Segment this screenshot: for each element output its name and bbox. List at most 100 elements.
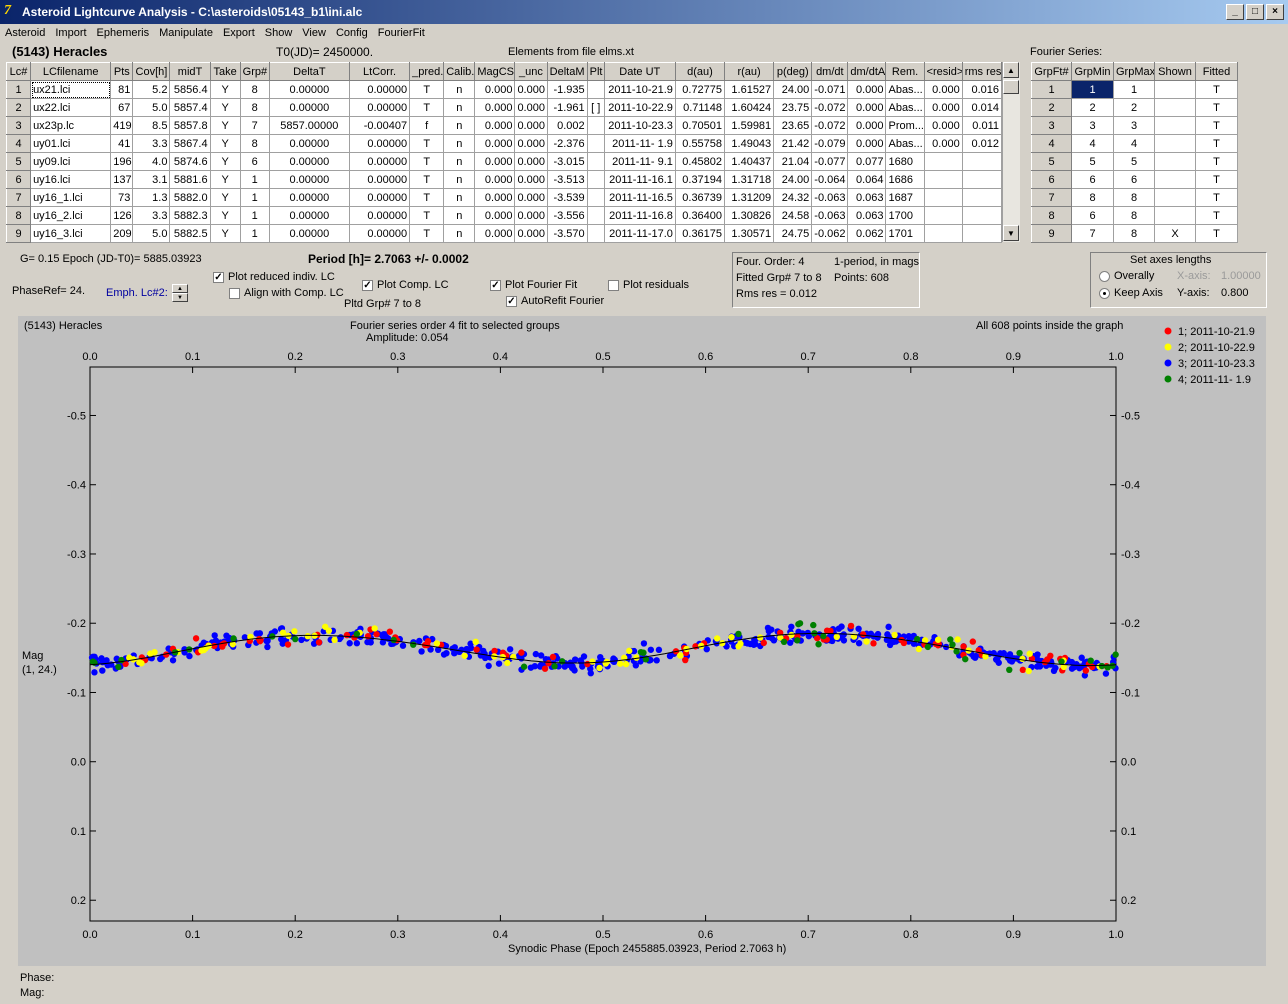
lc-header-4[interactable]: midT (169, 62, 211, 81)
table-cell[interactable]: 7 (5, 188, 32, 207)
table-cell[interactable]: 5882.0 (169, 188, 211, 207)
table-row[interactable]: 6 uy16.lci 137 3.1 5881.6 Y 1 0.00000 0.00000 Tn 0… (5, 170, 1003, 189)
table-cell[interactable]: 1.3 (132, 188, 171, 207)
table-cell[interactable]: 0.014 (961, 98, 1003, 117)
table-cell[interactable] (961, 188, 1003, 207)
table-cell[interactable]: 2 (1071, 98, 1114, 117)
table-cell[interactable]: -0.00407 (348, 116, 411, 135)
lc-header-18[interactable]: p(deg) (773, 62, 813, 81)
table-row[interactable]: 666T (1031, 170, 1238, 189)
table-cell[interactable]: -1.961 (546, 98, 588, 117)
table-cell[interactable]: -0.071 (811, 80, 849, 99)
table-cell[interactable]: 0.000 (847, 98, 887, 117)
table-cell[interactable]: 0.00000 (268, 188, 350, 207)
table-cell[interactable]: 8 (239, 80, 270, 99)
menu-view[interactable]: View (297, 25, 331, 41)
menu-import[interactable]: Import (50, 25, 91, 41)
autorefit-checkbox[interactable]: ✓ AutoRefit Fourier (506, 295, 604, 307)
table-cell[interactable] (586, 188, 605, 207)
table-cell[interactable]: 0.063 (847, 188, 887, 207)
table-cell[interactable]: 2011-11-16.8 (603, 206, 676, 225)
table-cell[interactable]: T (1195, 116, 1238, 135)
spin-down-button[interactable]: ▼ (172, 293, 188, 302)
table-cell[interactable]: uy16_2.lci (30, 206, 112, 225)
table-cell[interactable]: Abas... (885, 98, 925, 117)
menu-export[interactable]: Export (218, 25, 260, 41)
table-cell[interactable]: 2 (5, 98, 32, 117)
table-cell[interactable]: 0.72775 (674, 80, 726, 99)
table-cell[interactable]: 0.45802 (674, 152, 726, 171)
table-cell[interactable]: T (1195, 134, 1238, 153)
table-cell[interactable]: 0.063 (847, 206, 887, 225)
table-cell[interactable]: Y (209, 98, 241, 117)
table-cell[interactable]: 0.000 (514, 98, 548, 117)
table-cell[interactable]: -3.513 (546, 170, 588, 189)
table-cell[interactable]: 1687 (885, 188, 925, 207)
overally-radio[interactable]: Overally (1099, 270, 1154, 282)
table-row[interactable]: 978XT (1031, 224, 1238, 243)
lc-header-15[interactable]: Date UT (603, 62, 676, 81)
table-cell[interactable]: 0.012 (961, 134, 1003, 153)
table-cell[interactable]: ux23p.lc (30, 116, 112, 135)
table-cell[interactable]: Abas... (885, 80, 925, 99)
table-cell[interactable]: 0.000 (474, 80, 516, 99)
table-cell[interactable]: 8 (1113, 224, 1155, 243)
table-cell[interactable]: 2 (1113, 98, 1155, 117)
table-cell[interactable]: 0.55758 (674, 134, 726, 153)
table-cell[interactable]: 1.30826 (724, 206, 775, 225)
plot-fourier-checkbox[interactable]: ✓ Plot Fourier Fit (490, 279, 577, 291)
table-cell[interactable]: -2.376 (546, 134, 588, 153)
table-cell[interactable]: 5 (1031, 152, 1072, 171)
table-cell[interactable]: uy09.lci (30, 152, 112, 171)
table-cell[interactable]: 5856.4 (169, 80, 211, 99)
table-cell[interactable]: 0.36739 (674, 188, 726, 207)
table-cell[interactable]: 0.71148 (674, 98, 726, 117)
table-cell[interactable]: n (443, 152, 476, 171)
lc-header-17[interactable]: r(au) (724, 62, 775, 81)
table-cell[interactable]: T (409, 206, 445, 225)
table-cell[interactable]: -0.077 (811, 152, 849, 171)
table-cell[interactable]: uy16.lci (30, 170, 112, 189)
plot-comp-checkbox[interactable]: ✓ Plot Comp. LC (362, 279, 449, 291)
table-cell[interactable]: uy01.lci (30, 134, 112, 153)
table-cell[interactable]: 2011-10-21.9 (603, 80, 676, 99)
table-cell[interactable]: n (443, 80, 476, 99)
table-cell[interactable]: 3 (1071, 116, 1114, 135)
table-cell[interactable]: 0.000 (514, 116, 548, 135)
table-cell[interactable]: 1 (239, 188, 270, 207)
table-cell[interactable]: 0.000 (474, 134, 516, 153)
x-axis-value[interactable]: 1.00000 (1221, 270, 1261, 282)
lc-header-3[interactable]: Cov[h] (132, 62, 171, 81)
table-cell[interactable]: 0.000 (923, 134, 963, 153)
table-cell[interactable]: 4 (1031, 134, 1072, 153)
table-cell[interactable]: 23.75 (773, 98, 813, 117)
lc-header-13[interactable]: DeltaM (546, 62, 588, 81)
lc-header-0[interactable]: Lc# (5, 62, 32, 81)
lc-header-10[interactable]: Calib. (443, 62, 476, 81)
table-cell[interactable] (923, 206, 963, 225)
lc-header-19[interactable]: dm/dt (811, 62, 849, 81)
table-cell[interactable]: 2011-10-22.9 (603, 98, 676, 117)
table-cell[interactable]: 1680 (885, 152, 925, 171)
table-cell[interactable] (586, 134, 605, 153)
table-cell[interactable]: 0.000 (514, 152, 548, 171)
table-row[interactable]: 333T (1031, 116, 1238, 135)
table-cell[interactable]: 1701 (885, 224, 925, 243)
table-cell[interactable]: 3 (5, 116, 32, 135)
table-cell[interactable]: 1.40437 (724, 152, 775, 171)
table-cell[interactable]: 0.064 (847, 170, 887, 189)
table-cell[interactable]: 6 (1031, 170, 1072, 189)
lc-header-7[interactable]: DeltaT (268, 62, 350, 81)
table-cell[interactable]: 0.000 (514, 80, 548, 99)
table-cell[interactable]: 8 (239, 98, 270, 117)
lightcurve-table-scrollbar[interactable]: ▲ ▼ (1002, 62, 1020, 242)
table-cell[interactable]: n (443, 116, 476, 135)
table-cell[interactable]: 1 (239, 224, 270, 243)
table-cell[interactable]: 5.0 (132, 224, 171, 243)
table-cell[interactable]: 137 (110, 170, 134, 189)
table-cell[interactable]: 2011-10-23.3 (603, 116, 676, 135)
table-cell[interactable]: 1 (1113, 80, 1155, 99)
table-cell[interactable]: 3.1 (132, 170, 171, 189)
scroll-down-button[interactable]: ▼ (1003, 225, 1019, 241)
table-cell[interactable]: uy16_3.lci (30, 224, 112, 243)
